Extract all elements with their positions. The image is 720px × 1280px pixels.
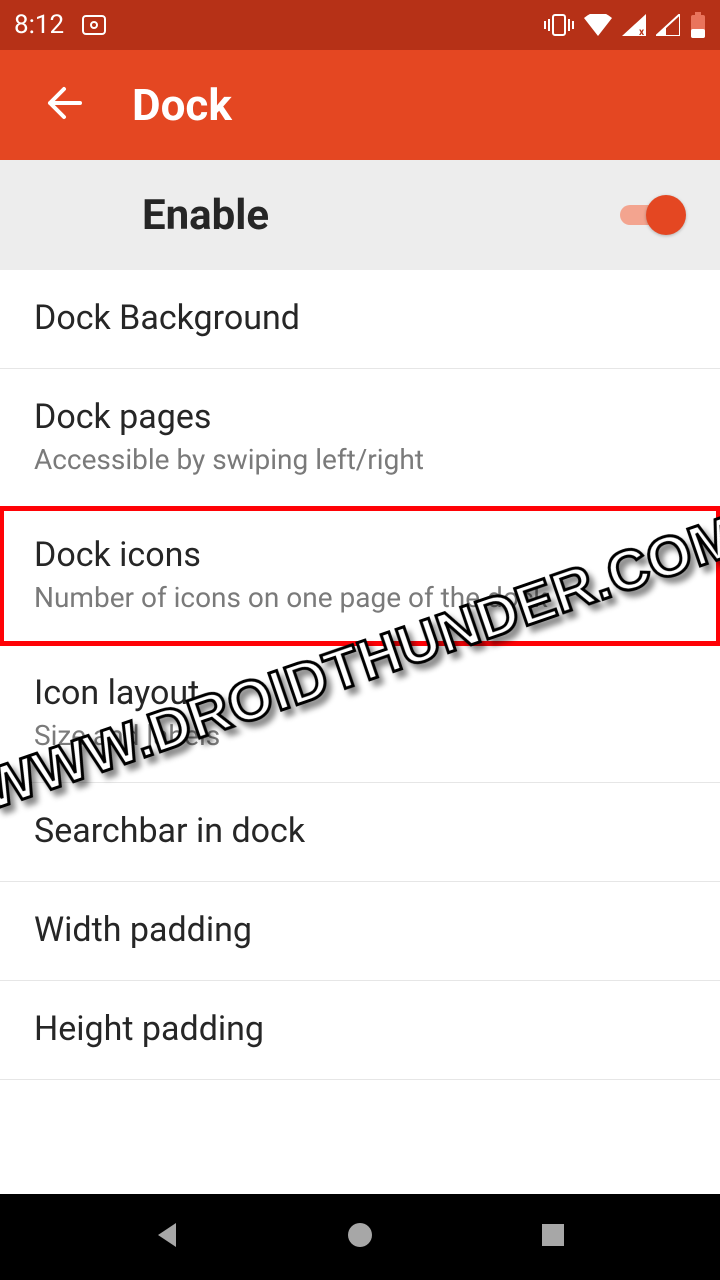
- battery-icon: [690, 12, 706, 38]
- status-bar: 8:12 x x: [0, 0, 720, 50]
- triangle-back-icon: [152, 1220, 182, 1254]
- square-recent-icon: [539, 1221, 567, 1253]
- enable-toggle[interactable]: [616, 199, 684, 231]
- item-subtitle: Size and labels: [34, 719, 690, 752]
- item-title: Dock Background: [34, 298, 690, 338]
- arrow-back-icon: [40, 81, 84, 129]
- page-title: Dock: [132, 79, 232, 131]
- signal-1-icon: x: [622, 14, 646, 36]
- settings-item-dock-pages[interactable]: Dock pages Accessible by swiping left/rig…: [0, 369, 720, 507]
- item-title: Searchbar in dock: [34, 811, 690, 851]
- navigation-bar: [0, 1194, 720, 1280]
- nav-home-button[interactable]: [330, 1207, 390, 1267]
- item-title: Width padding: [34, 910, 690, 950]
- nav-recent-button[interactable]: [523, 1207, 583, 1267]
- signal-2-icon: x: [656, 14, 680, 36]
- wifi-icon: [584, 14, 612, 36]
- app-bar: Dock: [0, 50, 720, 160]
- camera-icon: [82, 15, 106, 35]
- nav-back-button[interactable]: [137, 1207, 197, 1267]
- enable-row[interactable]: Enable: [0, 160, 720, 270]
- item-title: Icon layout: [34, 673, 690, 713]
- item-subtitle: Number of icons on one page of the dock: [34, 581, 690, 614]
- item-title: Dock pages: [34, 397, 690, 437]
- settings-item-icon-layout[interactable]: Icon layout Size and labels: [0, 645, 720, 783]
- settings-item-dock-background[interactable]: Dock Background: [0, 270, 720, 369]
- svg-text:x: x: [673, 27, 679, 36]
- settings-item-dock-icons[interactable]: Dock icons Number of icons on one page of…: [0, 507, 720, 645]
- settings-item-width-padding[interactable]: Width padding: [0, 882, 720, 981]
- circle-home-icon: [345, 1220, 375, 1254]
- item-title: Dock icons: [34, 535, 690, 575]
- status-time: 8:12: [14, 10, 64, 40]
- settings-list: Dock Background Dock pages Accessible by s…: [0, 270, 720, 1080]
- back-button[interactable]: [34, 77, 90, 133]
- enable-label: Enable: [142, 191, 269, 240]
- vibrate-icon: [544, 14, 574, 36]
- settings-item-height-padding[interactable]: Height padding: [0, 981, 720, 1080]
- settings-item-searchbar-in-dock[interactable]: Searchbar in dock: [0, 783, 720, 882]
- item-subtitle: Accessible by swiping left/right: [34, 443, 690, 476]
- item-title: Height padding: [34, 1009, 690, 1049]
